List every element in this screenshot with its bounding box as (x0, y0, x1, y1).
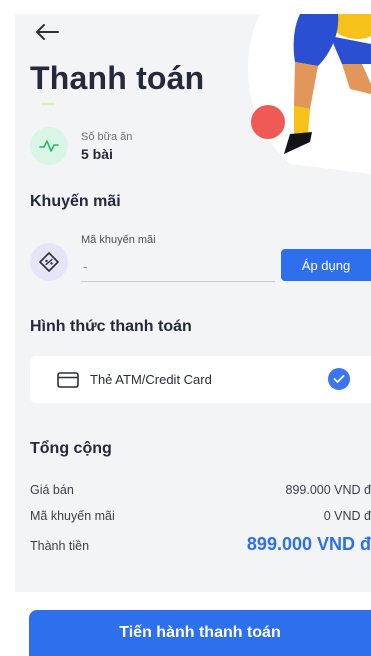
discount-tag-icon (30, 243, 68, 281)
promotion-section-title: Khuyến mãi (30, 193, 121, 210)
activity-icon (30, 127, 68, 165)
summary-section-title: Tổng cộng (30, 440, 112, 457)
price-label: Giá bán (30, 483, 74, 497)
arrow-left-icon (36, 24, 59, 40)
meal-count-info: Số bữa ăn 5 bài (30, 124, 132, 168)
apply-promo-button[interactable]: Áp dụng (281, 249, 371, 281)
meal-count-label: Số bữa ăn (81, 130, 133, 143)
check-icon[interactable] (328, 368, 350, 390)
payment-option-label: Thẻ ATM/Credit Card (90, 372, 212, 387)
promo-code-input[interactable] (81, 250, 275, 282)
proceed-payment-button[interactable]: Tiến hành thanh toán (29, 610, 371, 656)
total-label: Thành tiền (30, 539, 90, 553)
payment-method-section-title: Hình thức thanh toán (30, 318, 192, 335)
promo-code-field: Mã khuyến mãi (81, 234, 275, 282)
total-value: 899.000 VND đ (246, 534, 371, 554)
title-accent (41, 103, 55, 105)
payment-option-card[interactable]: Thẻ ATM/Credit Card (30, 356, 371, 403)
credit-card-icon (57, 371, 79, 388)
promo-code-label: Mã khuyến mãi (81, 234, 156, 246)
price-value: 899.000 VND đ (285, 483, 371, 497)
back-button[interactable] (30, 18, 64, 46)
meal-count-value: 5 bài (81, 145, 113, 162)
discount-label: Mã khuyến mãi (30, 509, 115, 523)
hero-illustration (230, 14, 371, 174)
discount-value: 0 VND đ (323, 509, 371, 523)
page-title: Thanh toán (30, 60, 205, 96)
